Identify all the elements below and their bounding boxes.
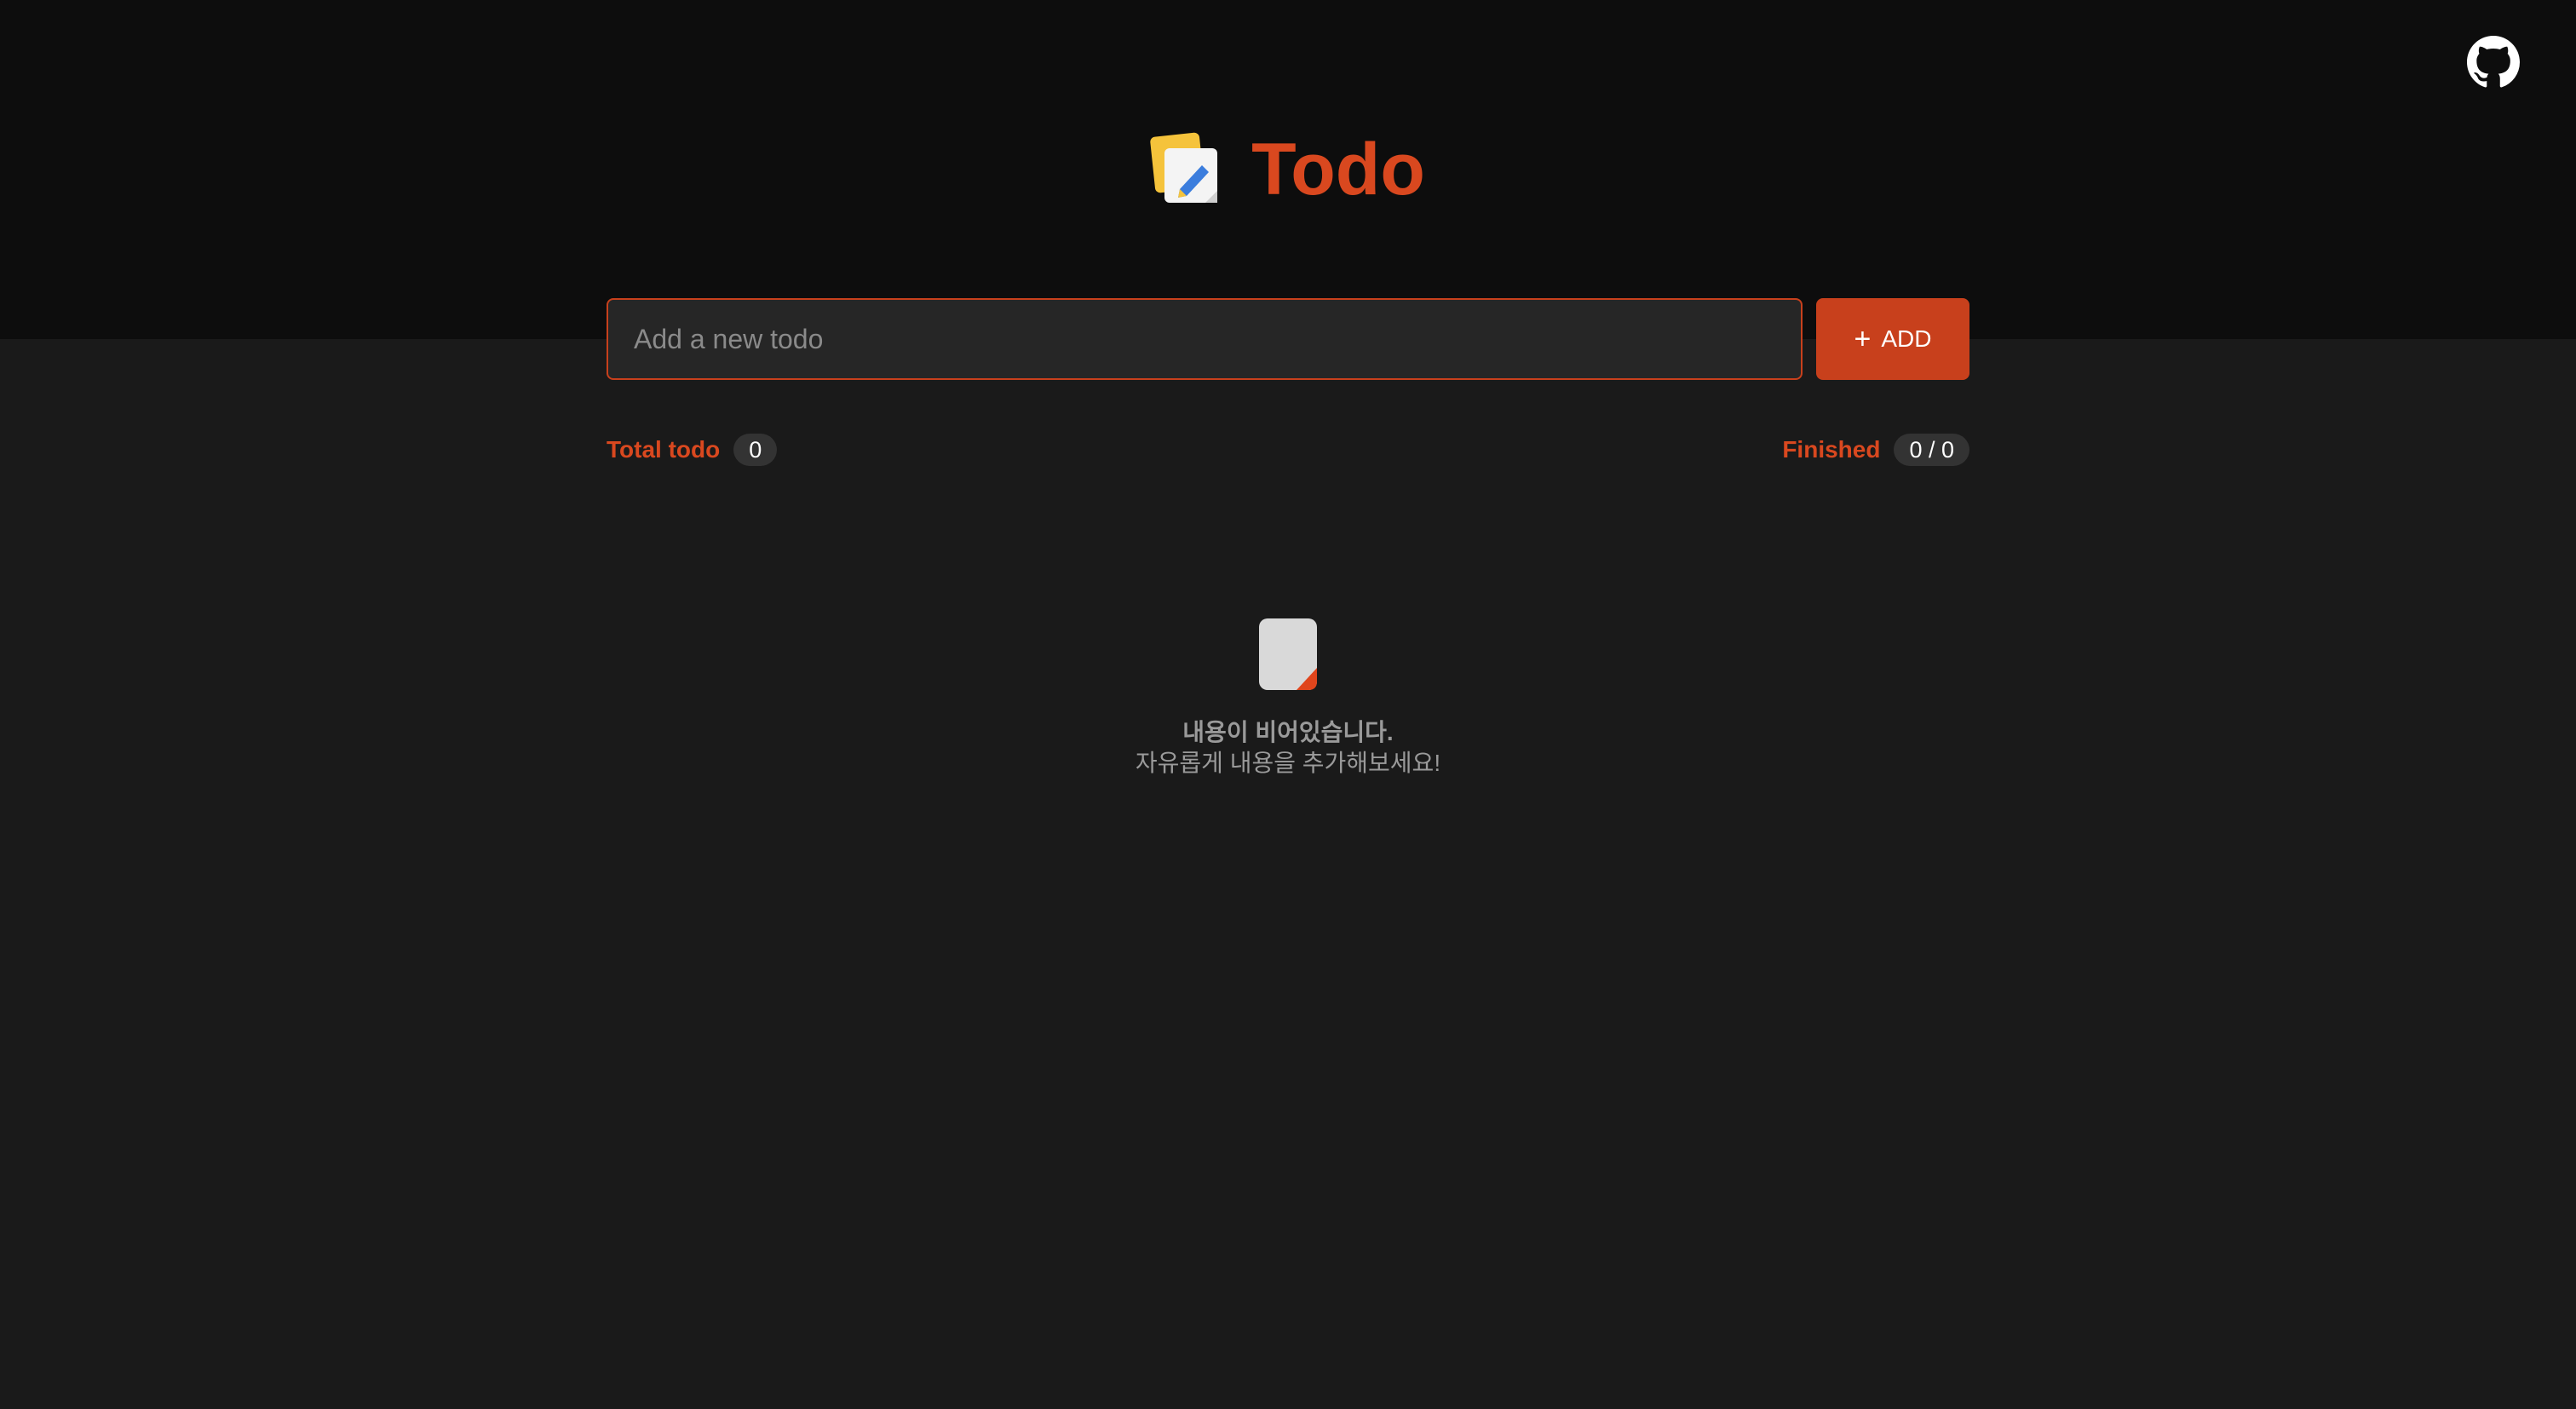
add-todo-form: + ADD [607, 298, 1969, 380]
document-icon [1259, 618, 1317, 690]
add-button-label: ADD [1881, 325, 1932, 352]
todo-app: Todo + ADD Total todo 0 Finished 0 / 0 내… [0, 0, 2576, 1409]
empty-title: 내용이 비어있습니다. [1182, 719, 1394, 745]
plus-icon: + [1854, 323, 1872, 355]
github-icon [2467, 36, 2520, 88]
finished-stat: Finished 0 / 0 [1782, 434, 1969, 466]
total-todo-count: 0 [733, 434, 778, 466]
app-title: Todo [1251, 129, 1425, 210]
todo-stats: Total todo 0 Finished 0 / 0 [607, 433, 1969, 467]
brand: Todo [0, 126, 2576, 213]
finished-label: Finished [1782, 436, 1881, 463]
finished-count: 0 / 0 [1894, 434, 1969, 466]
empty-subtitle: 자유롭게 내용을 추가해보세요! [1135, 750, 1441, 776]
github-link[interactable] [2467, 36, 2520, 89]
add-button[interactable]: + ADD [1816, 298, 1969, 380]
empty-state: 내용이 비어있습니다. 자유롭게 내용을 추가해보세요! [0, 618, 2576, 779]
total-todo-stat: Total todo 0 [607, 434, 778, 466]
memo-pencil-icon [1150, 132, 1218, 203]
new-todo-input[interactable] [607, 298, 1803, 380]
total-todo-label: Total todo [607, 436, 721, 463]
